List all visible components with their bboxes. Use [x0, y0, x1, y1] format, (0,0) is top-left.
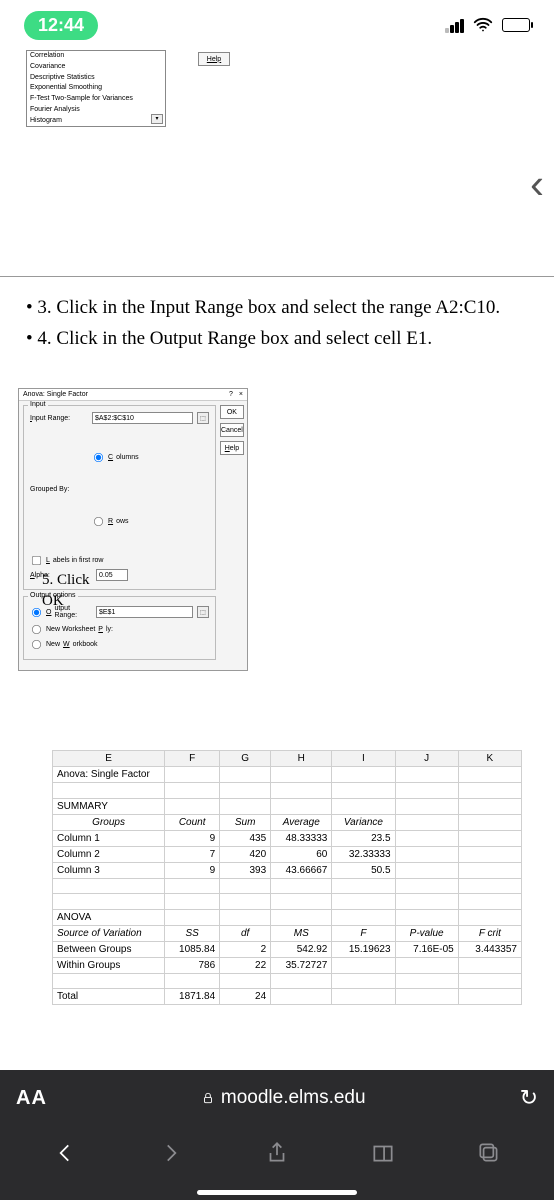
status-icons: [445, 14, 530, 36]
col-header: J: [395, 751, 458, 767]
cell: Groups: [53, 814, 165, 830]
dialog-help-icon[interactable]: ?: [229, 391, 233, 398]
anova-results-table: E F G H I J K Anova: Single Factor SUMMA…: [52, 750, 522, 1005]
col-header: F: [165, 751, 220, 767]
step5-text: 5. Click OK: [42, 570, 90, 612]
browser-toolbar: [0, 1126, 554, 1184]
help-button[interactable]: Help: [220, 441, 244, 455]
lock-icon: [201, 1091, 215, 1105]
anova-dialog: Anova: Single Factor ? × Input Input Ran…: [18, 388, 248, 671]
back-chevron-icon[interactable]: ‹: [530, 160, 544, 208]
grouped-columns-radio[interactable]: Columns: [92, 428, 139, 486]
instructions-text: • 3. Click in the Input Range box and se…: [26, 294, 544, 355]
status-time: 12:44: [24, 11, 98, 40]
cancel-button[interactable]: Cancel: [220, 423, 244, 437]
input-range-label: Input Range:: [30, 415, 88, 422]
forward-button[interactable]: [158, 1140, 184, 1171]
analysis-tools-listbox[interactable]: Correlation Covariance Descriptive Stati…: [26, 50, 166, 127]
share-button[interactable]: [264, 1140, 290, 1171]
home-indicator[interactable]: [0, 1184, 554, 1200]
help-button[interactable]: Help: [198, 52, 230, 66]
cell: Sum: [220, 814, 271, 830]
back-button[interactable]: [52, 1140, 78, 1171]
tool-item[interactable]: Covariance: [27, 62, 165, 73]
new-worksheet-radio[interactable]: New Worksheet Ply:: [30, 623, 209, 636]
page-content: Correlation Covariance Descriptive Stati…: [0, 50, 554, 1070]
cell: Count: [165, 814, 220, 830]
divider: [0, 276, 554, 277]
labels-first-row-checkbox[interactable]: Labels in first row: [30, 554, 209, 567]
tool-item[interactable]: Exponential Smoothing: [27, 83, 165, 94]
grouped-by-label: Grouped By:: [30, 486, 88, 493]
grouped-rows-radio[interactable]: Rows: [92, 492, 139, 550]
chevron-down-icon[interactable]: ▾: [151, 114, 163, 124]
instruction-line: • 3. Click in the Input Range box and se…: [26, 294, 544, 323]
col-header: G: [220, 751, 271, 767]
col-header: H: [271, 751, 332, 767]
wifi-icon: [472, 14, 494, 36]
fieldset-legend: Input: [28, 401, 48, 408]
dialog-titlebar: Anova: Single Factor ? ×: [19, 389, 247, 401]
tool-item[interactable]: Histogram: [27, 116, 165, 127]
url-display[interactable]: moodle.elms.edu: [57, 1087, 510, 1109]
tool-item[interactable]: Correlation: [27, 51, 165, 62]
tool-item[interactable]: F-Test Two-Sample for Variances: [27, 94, 165, 105]
input-range-field[interactable]: [92, 412, 193, 424]
status-bar: 12:44: [0, 0, 554, 50]
dialog-title: Anova: Single Factor: [23, 391, 88, 398]
col-header: E: [53, 751, 165, 767]
input-fieldset: Input Input Range: ⬚ Grouped By: Columns…: [23, 405, 216, 590]
cell: SUMMARY: [53, 798, 165, 814]
text-size-button[interactable]: AA: [16, 1087, 47, 1110]
instruction-line: • 4. Click in the Output Range box and s…: [26, 325, 544, 354]
tool-item[interactable]: Descriptive Statistics: [27, 73, 165, 84]
browser-url-bar: AA moodle.elms.edu ↻: [0, 1070, 554, 1126]
reload-button[interactable]: ↻: [520, 1085, 538, 1111]
tool-item[interactable]: Fourier Analysis: [27, 105, 165, 116]
tabs-button[interactable]: [476, 1140, 502, 1171]
alpha-field[interactable]: [96, 569, 128, 581]
cellular-signal-icon: [445, 17, 464, 33]
cell: Average: [271, 814, 332, 830]
range-picker-icon[interactable]: ⬚: [197, 606, 209, 618]
cell: Variance: [332, 814, 395, 830]
cell: Anova: Single Factor: [53, 767, 165, 783]
col-header: K: [458, 751, 521, 767]
range-picker-icon[interactable]: ⬚: [197, 412, 209, 424]
output-range-field[interactable]: [96, 606, 193, 618]
close-icon[interactable]: ×: [239, 391, 243, 398]
ok-button[interactable]: OK: [220, 405, 244, 419]
new-workbook-radio[interactable]: New Workbook: [30, 638, 209, 651]
battery-icon: [502, 18, 530, 32]
col-header: I: [332, 751, 395, 767]
bookmarks-button[interactable]: [370, 1140, 396, 1171]
